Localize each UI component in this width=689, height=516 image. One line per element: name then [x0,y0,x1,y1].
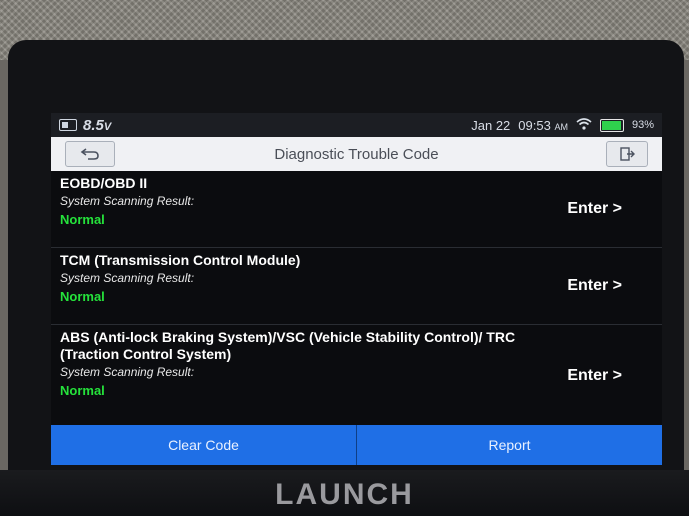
clear-code-button[interactable]: Clear Code [51,425,356,465]
system-name: TCM (Transmission Control Module) [60,252,301,268]
system-row-eobd[interactable]: EOBD/OBD II System Scanning Result: Norm… [51,171,662,248]
back-button[interactable] [65,141,115,167]
report-button[interactable]: Report [356,425,662,465]
system-row-abs[interactable]: ABS (Anti-lock Braking System)/VSC (Vehi… [51,325,662,428]
scan-status: Normal [60,383,105,398]
page-title: Diagnostic Trouble Code [274,145,439,163]
exit-icon [620,147,635,161]
scan-result-label: System Scanning Result: [60,271,195,285]
vehicle-battery-icon [59,119,77,131]
exit-button[interactable] [606,141,648,167]
tablet-screen: 8.5V Jan 22 09:53 AM 93% Diagnostic Trou… [51,113,662,465]
enter-button[interactable]: Enter > [567,367,622,385]
wifi-icon [576,117,592,133]
scan-status: Normal [60,212,105,227]
title-bar: Diagnostic Trouble Code [51,137,662,171]
system-name: EOBD/OBD II [60,175,148,191]
brand-logo: LAUNCH [275,478,414,511]
scan-result-label: System Scanning Result: [60,365,195,379]
action-bar: Clear Code Report [51,425,662,465]
status-bar: 8.5V Jan 22 09:53 AM 93% [51,113,662,137]
enter-button[interactable]: Enter > [567,277,622,295]
back-arrow-icon [80,148,99,160]
battery-percent: 93% [631,119,654,131]
scan-status: Normal [60,289,105,304]
status-date: Jan 22 [471,117,511,133]
voltage-readout: 8.5V [83,116,112,134]
system-row-tcm[interactable]: TCM (Transmission Control Module) System… [51,248,662,325]
scan-result-label: System Scanning Result: [60,194,195,208]
status-time: 09:53 AM [518,117,568,133]
system-name: ABS (Anti-lock Braking System)/VSC (Vehi… [60,329,516,362]
enter-button[interactable]: Enter > [567,200,622,218]
system-list: EOBD/OBD II System Scanning Result: Norm… [51,171,662,428]
battery-icon [599,118,624,132]
